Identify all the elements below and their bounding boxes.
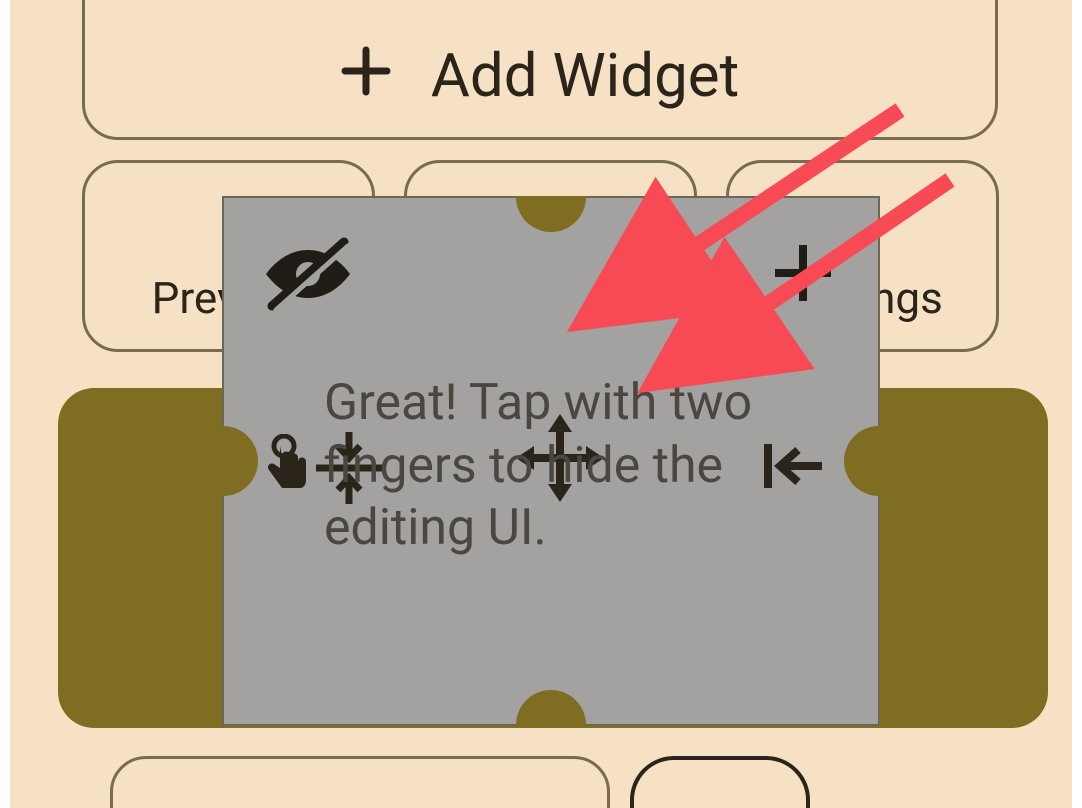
tooltip-text: Great! Tap with two fingers to hide the … <box>324 372 782 560</box>
resize-handle-bottom[interactable] <box>516 690 586 726</box>
widget-edit-overlay[interactable]: Great! Tap with two fingers to hide the … <box>222 196 880 726</box>
plus-icon[interactable] <box>766 236 840 310</box>
editor-canvas: Add Widget Preview Settings <box>10 0 1072 808</box>
add-widget-button[interactable]: Add Widget <box>82 0 998 140</box>
resize-handle-top[interactable] <box>516 196 586 232</box>
add-widget-label: Add Widget <box>431 40 740 111</box>
plus-icon <box>341 42 391 108</box>
bottom-card[interactable] <box>110 756 610 808</box>
hide-icon[interactable] <box>262 236 352 310</box>
bottom-pill[interactable] <box>630 756 810 808</box>
touch-icon[interactable] <box>264 434 310 490</box>
